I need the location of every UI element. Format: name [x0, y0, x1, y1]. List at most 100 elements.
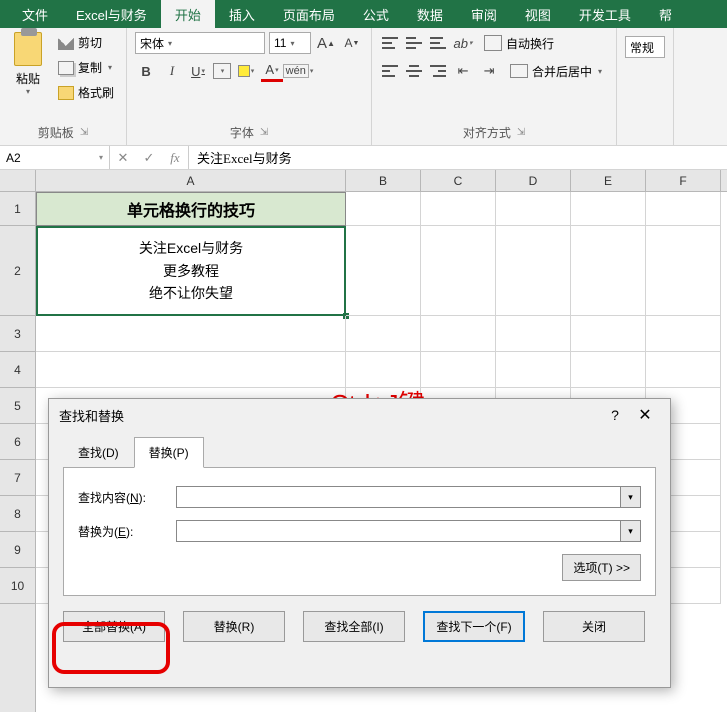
cell-a1[interactable]: 单元格换行的技巧	[36, 192, 346, 226]
tab-layout[interactable]: 页面布局	[269, 0, 349, 28]
col-header-a[interactable]: A	[36, 170, 346, 191]
cell[interactable]	[346, 316, 421, 352]
cell[interactable]	[421, 226, 496, 316]
tab-replace[interactable]: 替换(P)	[134, 437, 204, 468]
cell[interactable]	[496, 192, 571, 226]
cell[interactable]	[421, 192, 496, 226]
cell[interactable]	[571, 192, 646, 226]
tab-find[interactable]: 查找(D)	[63, 437, 134, 468]
fill-color-button[interactable]	[235, 60, 257, 82]
tab-dev[interactable]: 开发工具	[565, 0, 645, 28]
confirm-edit-button[interactable]: ✓	[136, 150, 162, 166]
cut-button[interactable]: 剪切	[54, 32, 118, 53]
row-header-5[interactable]: 5	[0, 388, 35, 424]
row-header-3[interactable]: 3	[0, 316, 35, 352]
options-button[interactable]: 选项(T) >>	[562, 554, 641, 581]
row-header-7[interactable]: 7	[0, 460, 35, 496]
cell[interactable]	[346, 192, 421, 226]
name-box[interactable]: A2▾	[0, 146, 110, 169]
align-center-button[interactable]	[404, 62, 424, 80]
font-color-button[interactable]: A	[261, 60, 283, 82]
clipboard-expand-icon[interactable]: ⇲	[80, 127, 88, 138]
tab-insert[interactable]: 插入	[215, 0, 269, 28]
font-expand-icon[interactable]: ⇲	[260, 127, 268, 138]
row-header-6[interactable]: 6	[0, 424, 35, 460]
increase-indent-button[interactable]: ⇥	[478, 60, 500, 82]
row-header-10[interactable]: 10	[0, 568, 35, 604]
align-right-button[interactable]	[428, 62, 448, 80]
font-size-combo[interactable]: 11▾	[269, 32, 311, 54]
formula-input[interactable]: 关注Excel与财务	[189, 146, 727, 169]
chevron-down-icon[interactable]: ▾	[598, 67, 602, 76]
copy-button[interactable]: 复制▾	[54, 57, 118, 78]
row-header-4[interactable]: 4	[0, 352, 35, 388]
cell[interactable]	[571, 316, 646, 352]
dialog-close-button[interactable]: ✕	[630, 405, 660, 425]
cell[interactable]	[36, 352, 346, 388]
cell[interactable]	[571, 352, 646, 388]
row-header-8[interactable]: 8	[0, 496, 35, 532]
tab-review[interactable]: 审阅	[457, 0, 511, 28]
format-painter-button[interactable]: 格式刷	[54, 82, 118, 103]
cell[interactable]	[496, 316, 571, 352]
italic-button[interactable]: I	[161, 60, 183, 82]
cell[interactable]	[421, 352, 496, 388]
cell[interactable]	[36, 316, 346, 352]
phonetic-button[interactable]: wén	[287, 60, 309, 82]
tab-custom[interactable]: Excel与财务	[62, 0, 161, 28]
cell[interactable]	[421, 316, 496, 352]
align-top-button[interactable]	[380, 34, 400, 52]
cell[interactable]	[646, 352, 721, 388]
tab-data[interactable]: 数据	[403, 0, 457, 28]
cell-a2[interactable]: 关注Excel与财务 更多教程 绝不让你失望	[36, 226, 346, 316]
row-header-9[interactable]: 9	[0, 532, 35, 568]
copy-dropdown-icon[interactable]: ▾	[108, 63, 112, 72]
align-expand-icon[interactable]: ⇲	[517, 127, 525, 138]
align-bottom-button[interactable]	[428, 34, 448, 52]
col-header-d[interactable]: D	[496, 170, 571, 191]
align-middle-button[interactable]	[404, 34, 424, 52]
close-button[interactable]: 关闭	[543, 611, 645, 642]
col-header-f[interactable]: F	[646, 170, 721, 191]
tab-formula[interactable]: 公式	[349, 0, 403, 28]
dialog-help-button[interactable]: ?	[600, 407, 630, 423]
cancel-edit-button[interactable]: ✕	[110, 150, 136, 166]
cell[interactable]	[346, 352, 421, 388]
chevron-down-icon[interactable]: ▾	[99, 153, 103, 162]
cell[interactable]	[646, 316, 721, 352]
find-all-button[interactable]: 查找全部(I)	[303, 611, 405, 642]
dialog-title-bar[interactable]: 查找和替换 ? ✕	[49, 399, 670, 431]
replace-button[interactable]: 替换(R)	[183, 611, 285, 642]
merge-center-button[interactable]: 合并后居中▾	[504, 61, 608, 82]
row-header-1[interactable]: 1	[0, 192, 35, 226]
cell[interactable]	[571, 226, 646, 316]
cell[interactable]	[646, 226, 721, 316]
find-next-button[interactable]: 查找下一个(F)	[423, 611, 525, 642]
cell[interactable]	[646, 192, 721, 226]
align-left-button[interactable]	[380, 62, 400, 80]
insert-function-button[interactable]: fx	[162, 150, 188, 166]
wrap-text-button[interactable]: 自动换行	[478, 33, 560, 54]
decrease-font-button[interactable]: A▼	[341, 32, 363, 54]
border-button[interactable]	[213, 63, 231, 79]
font-name-combo[interactable]: 宋体▾	[135, 32, 265, 54]
col-header-b[interactable]: B	[346, 170, 421, 191]
increase-font-button[interactable]: A▲	[315, 32, 337, 54]
tab-help[interactable]: 帮	[645, 0, 686, 28]
paste-dropdown-icon[interactable]: ▾	[26, 87, 30, 96]
find-what-input[interactable]	[176, 486, 621, 508]
cell[interactable]	[346, 226, 421, 316]
tab-home[interactable]: 开始	[161, 0, 215, 28]
tab-file[interactable]: 文件	[8, 0, 62, 28]
decrease-indent-button[interactable]: ⇤	[452, 60, 474, 82]
col-header-c[interactable]: C	[421, 170, 496, 191]
bold-button[interactable]: B	[135, 60, 157, 82]
find-what-dropdown[interactable]: ▾	[621, 486, 641, 508]
cell[interactable]	[496, 352, 571, 388]
paste-button[interactable]: 粘贴 ▾	[8, 32, 48, 96]
tab-view[interactable]: 视图	[511, 0, 565, 28]
select-all-corner[interactable]	[0, 170, 36, 191]
replace-with-input[interactable]	[176, 520, 621, 542]
underline-button[interactable]: U	[187, 60, 209, 82]
replace-with-dropdown[interactable]: ▾	[621, 520, 641, 542]
